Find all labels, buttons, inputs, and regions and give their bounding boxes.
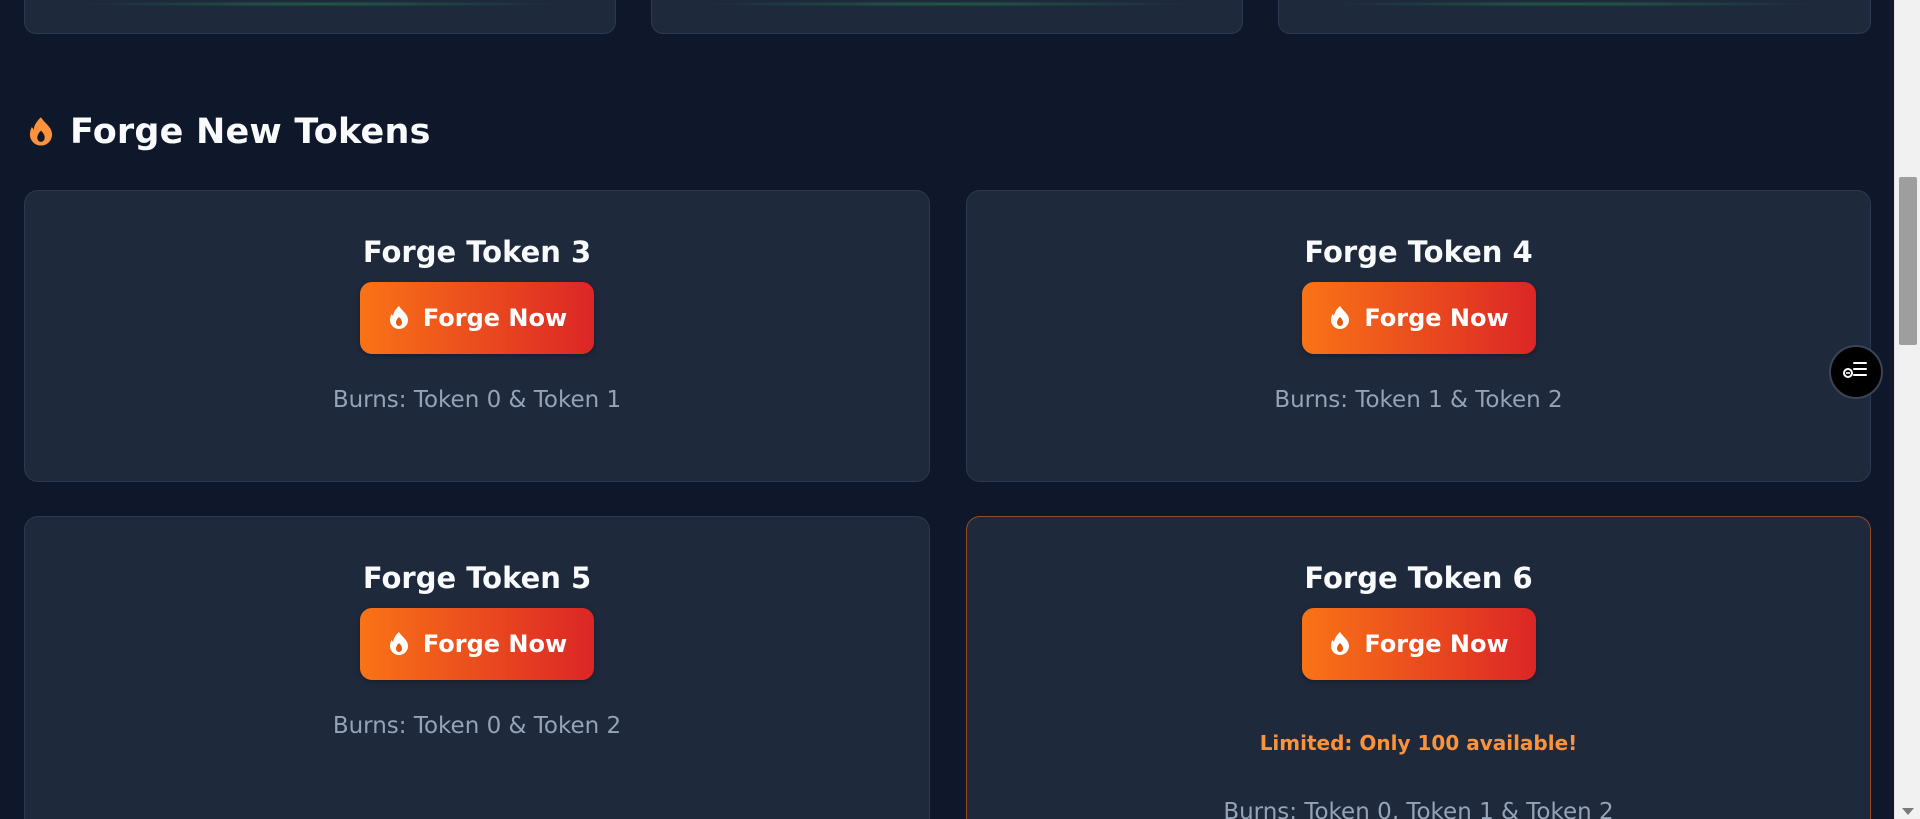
burns-text: Burns: Token 0, Token 1 & Token 2: [1223, 799, 1614, 819]
list-settings-icon: [1843, 359, 1869, 385]
forge-now-label: Forge Now: [422, 304, 568, 332]
flame-icon: [1328, 631, 1352, 657]
floating-menu-button[interactable]: [1829, 345, 1883, 399]
forge-now-button[interactable]: Forge Now: [360, 282, 594, 354]
forge-card-token-4: Forge Token 4 Forge Now Burns: Token 1 &…: [966, 190, 1871, 482]
card-title: Forge Token 6: [1304, 561, 1533, 595]
forge-now-button[interactable]: Forge Now: [1301, 282, 1536, 354]
flame-icon: [387, 631, 411, 657]
forge-now-button[interactable]: Forge Now: [360, 608, 594, 680]
section-title: Forge New Tokens: [70, 112, 431, 152]
previous-card: [651, 0, 1243, 34]
forge-now-button[interactable]: Forge Now: [1301, 608, 1536, 680]
forge-now-label: Forge Now: [1364, 304, 1509, 332]
previous-card: [1278, 0, 1871, 34]
forge-now-label: Forge Now: [422, 630, 568, 658]
card-title: Forge Token 4: [1304, 235, 1533, 269]
page: Forge New Tokens Forge Token 3 Forge Now…: [0, 0, 1920, 819]
limited-availability-note: Limited: Only 100 available!: [1259, 731, 1578, 755]
forge-card-token-6: Forge Token 6 Forge Now Limited: Only 10…: [966, 516, 1871, 819]
card-title: Forge Token 3: [362, 235, 592, 269]
card-title: Forge Token 5: [362, 561, 592, 595]
burns-text: Burns: Token 0 & Token 2: [332, 713, 622, 739]
forge-now-label: Forge Now: [1364, 630, 1509, 658]
vertical-scrollbar[interactable]: [1894, 0, 1920, 819]
flame-icon: [1328, 305, 1352, 331]
flame-icon: [387, 305, 411, 331]
previous-card: [24, 0, 616, 34]
scroll-down-arrow-icon[interactable]: [1902, 808, 1914, 815]
forge-card-token-5: Forge Token 5 Forge Now Burns: Token 0 &…: [24, 516, 930, 819]
section-header: Forge New Tokens: [26, 108, 431, 156]
main-content: Forge New Tokens Forge Token 3 Forge Now…: [0, 0, 1894, 819]
flame-icon: [26, 116, 56, 148]
scrollbar-thumb[interactable]: [1899, 177, 1917, 345]
burns-text: Burns: Token 1 & Token 2: [1274, 387, 1563, 413]
burns-text: Burns: Token 0 & Token 1: [332, 387, 622, 413]
forge-card-token-3: Forge Token 3 Forge Now Burns: Token 0 &…: [24, 190, 930, 482]
